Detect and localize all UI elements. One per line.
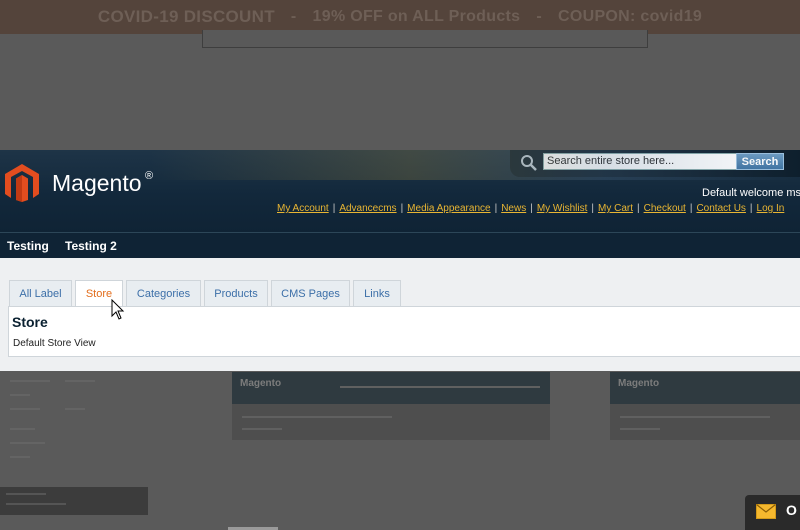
top-links: My Account | Advancecms | Media Appearance | N… <box>277 203 785 214</box>
background-ghost-left <box>0 372 150 472</box>
tab-categories[interactable]: Categories <box>126 280 201 306</box>
background-ghost-footer <box>0 487 148 515</box>
tab-products[interactable]: Products <box>204 280 268 306</box>
banner-coupon: COUPON: covid19 <box>558 8 703 25</box>
banner-separator: - <box>290 8 297 25</box>
registered-mark: ® <box>145 170 154 182</box>
top-link-media-appearance[interactable]: Media Appearance <box>407 203 490 214</box>
banner-offer: 19% OFF on ALL Products <box>312 8 521 25</box>
top-link-news[interactable]: News <box>501 203 526 214</box>
background-thumbnail: Magento <box>610 372 800 440</box>
background-thumbnail: Magento <box>232 372 550 440</box>
top-link-my-cart[interactable]: My Cart <box>598 203 633 214</box>
top-link-log-in[interactable]: Log In <box>757 203 785 214</box>
thumbnail-logo: Magento <box>240 378 282 389</box>
store-logo-text[interactable]: Magento <box>52 170 142 197</box>
top-link-my-wishlist[interactable]: My Wishlist <box>537 203 588 214</box>
welcome-message: Default welcome msg <box>702 187 800 199</box>
banner-dropdown-box <box>202 30 648 48</box>
tab-links[interactable]: Links <box>353 280 401 306</box>
magento-logo-icon <box>5 164 39 202</box>
search-input[interactable]: Search entire store here... <box>543 153 737 170</box>
store-header: Magento ® Search entire store here... Se… <box>0 150 800 232</box>
top-link-contact-us[interactable]: Contact Us <box>696 203 745 214</box>
top-link-checkout[interactable]: Checkout <box>644 203 686 214</box>
banner-separator: - <box>536 8 542 25</box>
tab-panel <box>8 306 800 357</box>
envelope-icon <box>756 504 776 519</box>
nav-item-testing-2[interactable]: Testing 2 <box>65 239 117 253</box>
chat-label: O <box>786 502 797 518</box>
nav-item-testing[interactable]: Testing <box>7 239 49 253</box>
banner-headline: COVID-19 DISCOUNT <box>97 7 275 26</box>
tab-all-label[interactable]: All Label <box>9 280 72 306</box>
search-icon <box>521 155 537 171</box>
mouse-cursor-icon <box>111 299 125 320</box>
top-link-my-account[interactable]: My Account <box>277 203 329 214</box>
top-link-advancecms[interactable]: Advancecms <box>339 203 396 214</box>
panel-text: Default Store View <box>13 338 96 349</box>
main-nav: Testing Testing 2 <box>0 232 800 259</box>
thumbnail-logo: Magento <box>618 378 660 389</box>
search-button[interactable]: Search <box>736 153 784 170</box>
promo-banner: COVID-19 DISCOUNT - 19% OFF on ALL Produ… <box>0 0 800 34</box>
store-window: Magento ® Search entire store here... Se… <box>0 150 800 371</box>
panel-title: Store <box>12 314 48 330</box>
tab-cms-pages[interactable]: CMS Pages <box>271 280 350 306</box>
search-bar <box>510 150 800 177</box>
